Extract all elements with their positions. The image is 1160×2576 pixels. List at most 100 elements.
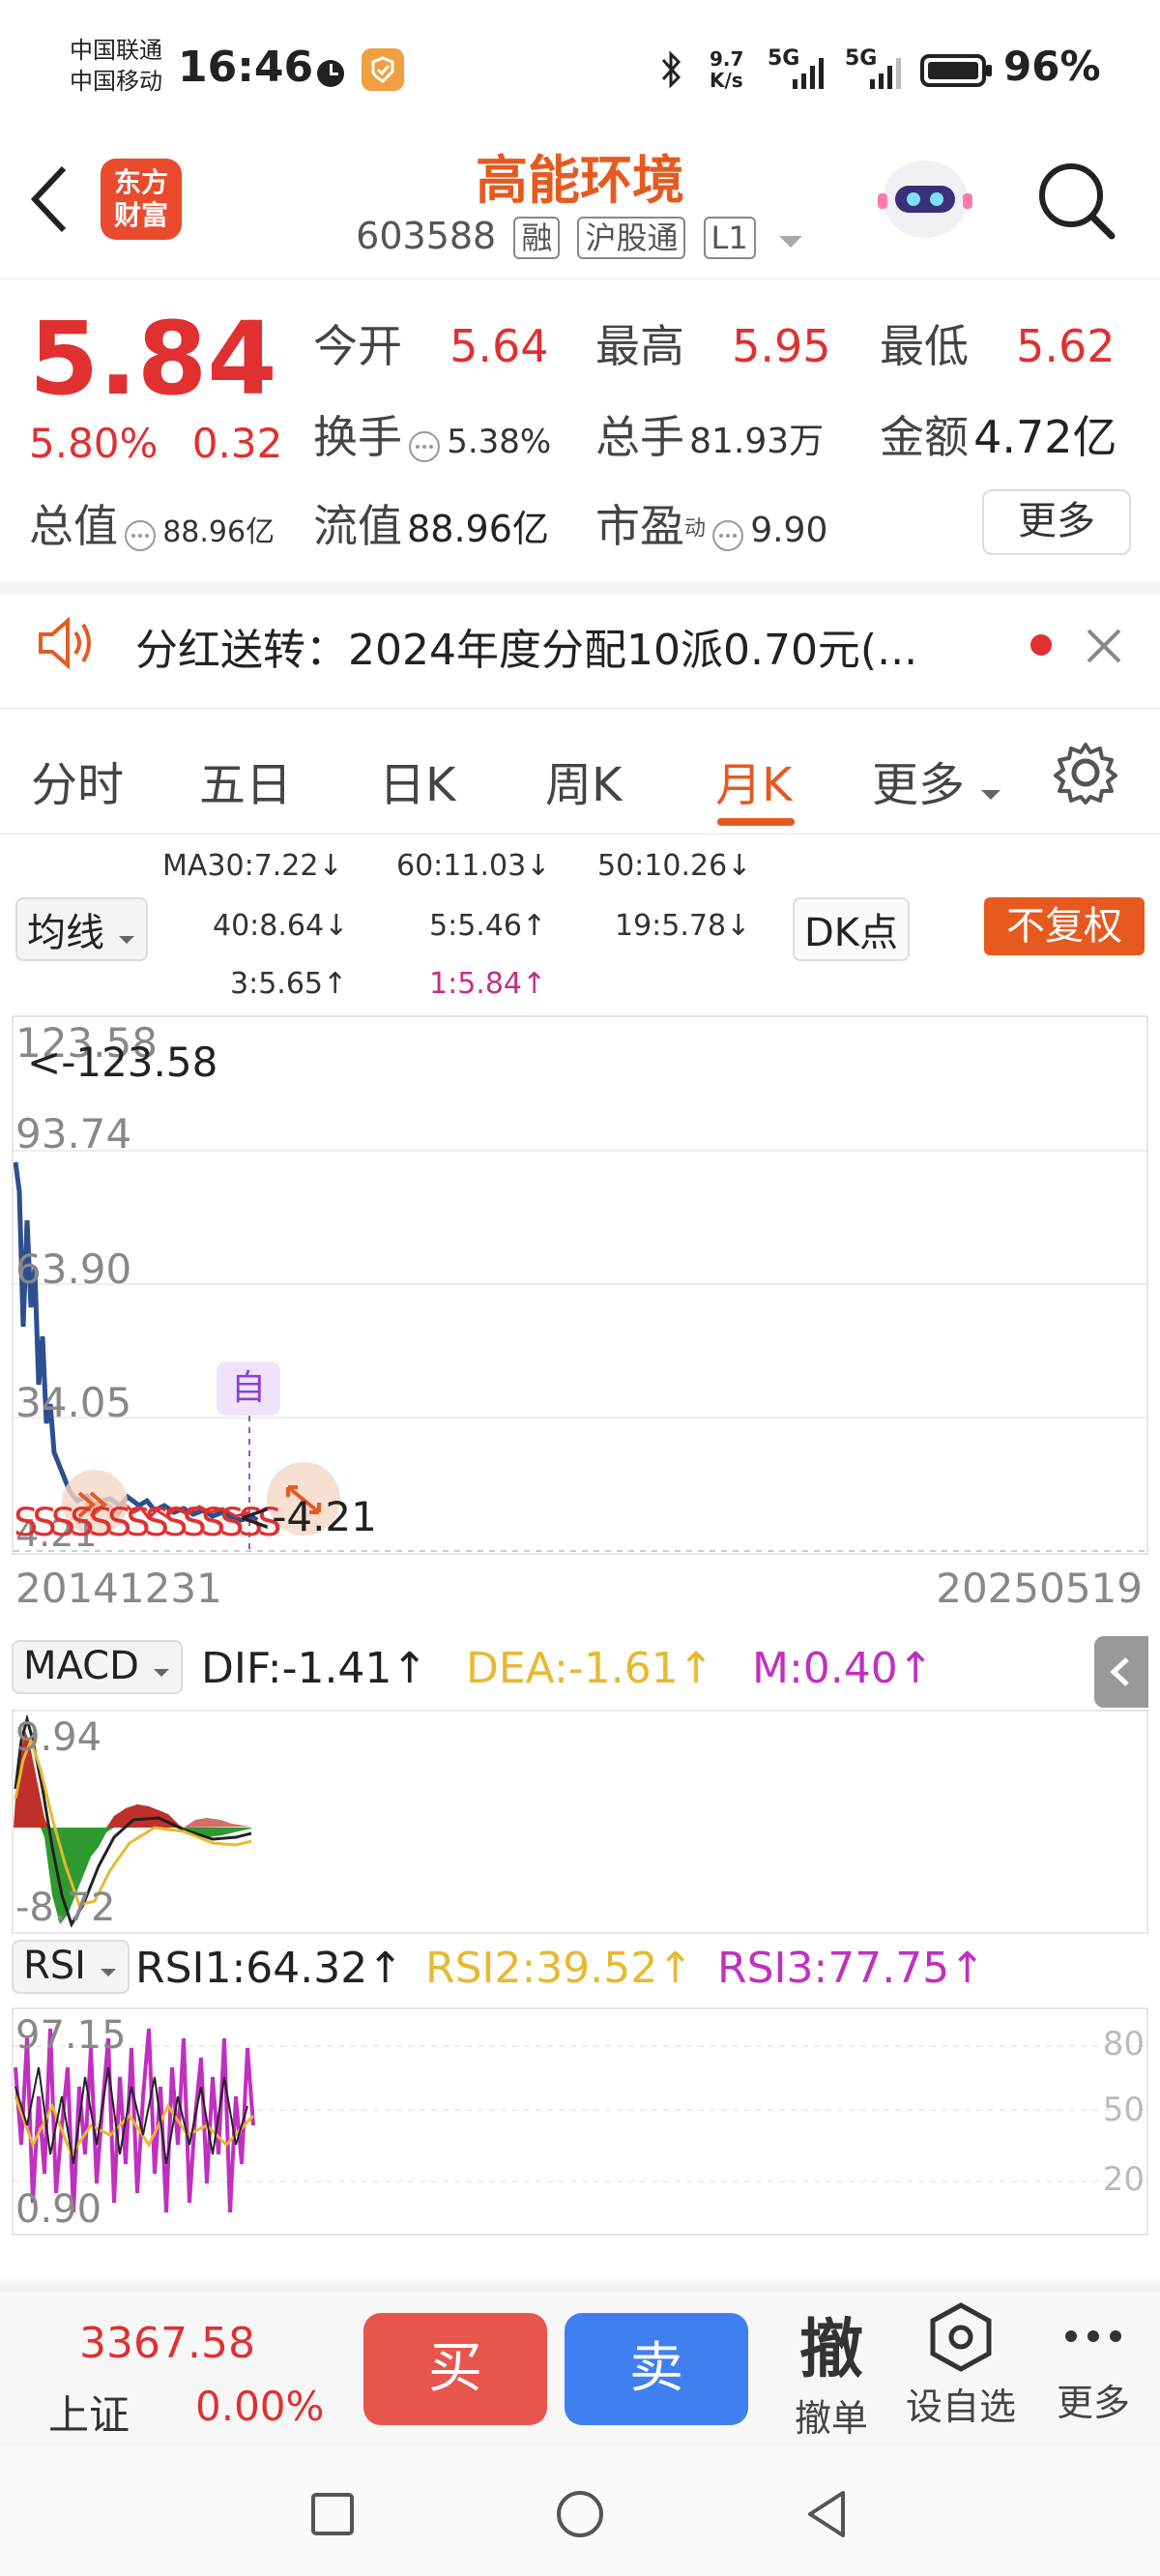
tab-five-day[interactable]: 五日 xyxy=(199,746,292,814)
carrier-2: 中国移动 xyxy=(70,68,162,95)
chevron-down-icon xyxy=(979,761,1002,815)
watchlist-label: 设自选 xyxy=(905,2386,1016,2428)
speaker-icon xyxy=(33,609,101,677)
rsi1-value: RSI1:64.32↑ xyxy=(135,1944,404,1993)
pe-label: 市盈 xyxy=(595,500,684,552)
ma-selector[interactable]: 均线 xyxy=(15,897,148,961)
pe-sup: 动 xyxy=(684,516,707,542)
info-icon[interactable] xyxy=(407,429,442,468)
rsi2-value: RSI2:39.52↑ xyxy=(425,1944,694,1993)
turnover-value: 5.38% xyxy=(447,423,552,461)
close-icon[interactable] xyxy=(1081,623,1127,669)
price-change: 5.80% 0.32 xyxy=(29,420,282,467)
kline-y-label-4: 34.05 xyxy=(15,1379,132,1426)
start-date: 20141231 xyxy=(15,1565,222,1612)
tab-weekly-k[interactable]: 周K xyxy=(545,746,622,814)
s-markers: SSSSSSSSSSSSSS xyxy=(14,1501,281,1545)
rsi-selector-label: RSI xyxy=(23,1944,86,1988)
ellipsis-icon xyxy=(1040,2301,1146,2373)
ma30-value: MA30:7.22↓ xyxy=(162,849,343,883)
macd-selector[interactable]: MACD xyxy=(12,1640,183,1694)
tab-timeshare[interactable]: 分时 xyxy=(31,746,124,814)
rsi-selector[interactable]: RSI xyxy=(12,1940,130,1994)
kline-min-marker: <-4.21 xyxy=(238,1493,377,1540)
more-quote-button[interactable]: 更多 xyxy=(982,489,1131,555)
robot-assistant-icon[interactable] xyxy=(872,151,978,248)
amount-value: 4.72亿 xyxy=(973,411,1117,463)
scroll-shadow xyxy=(0,2274,1160,2292)
high-value: 5.95 xyxy=(732,320,831,372)
chevron-down-icon xyxy=(99,1946,118,1990)
cancel-order-button[interactable]: 撤 撤单 xyxy=(779,2298,884,2442)
rsi-level-50: 50 xyxy=(1102,2091,1145,2129)
rsi-chart[interactable]: 97.15 0.90 80 50 20 xyxy=(12,2007,1148,2236)
cancel-order-label: 撤单 xyxy=(794,2397,868,2440)
index-change[interactable]: 0.00% xyxy=(195,2383,324,2430)
info-icon[interactable] xyxy=(710,518,745,557)
battery-level: 96% xyxy=(1003,43,1101,90)
chevron-down-icon xyxy=(117,913,136,957)
amount: 金额 4.72亿 xyxy=(880,402,1117,466)
dk-point-button[interactable]: DK点 xyxy=(793,897,911,961)
change-amount: 0.32 xyxy=(191,420,283,467)
net-speed: 9.7 K/s xyxy=(710,48,743,91)
signal-1-icon xyxy=(791,52,829,95)
back-nav-icon[interactable] xyxy=(800,2487,855,2541)
stock-name: 高能环境 xyxy=(476,150,684,211)
turnover-rate: 换手 5.38% xyxy=(313,402,551,468)
carrier-info: 中国联通 中国移动 xyxy=(70,35,162,97)
index-value[interactable]: 3367.58 xyxy=(79,2319,255,2368)
search-icon[interactable] xyxy=(1032,157,1119,244)
float-cap: 流值 88.96亿 xyxy=(313,491,549,555)
ma1-value: 1:5.84↑ xyxy=(429,967,547,1001)
active-tab-indicator xyxy=(717,818,795,826)
tag-margin: 融 xyxy=(513,217,561,259)
open-price: 今开 5.64 xyxy=(313,311,549,375)
stock-code: 603588 xyxy=(356,215,497,257)
kline-y-label-2: 93.74 xyxy=(15,1110,132,1157)
macd-dea: DEA:-1.61↑ xyxy=(466,1644,714,1693)
home-icon[interactable] xyxy=(553,2487,607,2541)
tab-daily-k[interactable]: 日K xyxy=(379,746,455,814)
ma40-value: 40:8.64↓ xyxy=(213,909,349,943)
chevron-down-icon xyxy=(152,1646,171,1690)
volume-value: 81.93万 xyxy=(689,422,825,461)
signal-2-icon xyxy=(868,52,907,95)
section-gap xyxy=(0,582,1160,594)
high-label: 最高 xyxy=(595,320,684,372)
self-select-marker[interactable]: 自 xyxy=(217,1361,280,1416)
carrier-1: 中国联通 xyxy=(70,37,162,64)
tab-monthly-k[interactable]: 月K xyxy=(715,746,792,814)
more-actions-button[interactable]: 更多 xyxy=(1040,2301,1146,2426)
volume-label: 总手 xyxy=(595,411,684,463)
app-notification-icon xyxy=(362,48,404,91)
add-watchlist-button[interactable]: 设自选 xyxy=(903,2301,1019,2430)
ma3-value: 3:5.65↑ xyxy=(230,967,348,1001)
kline-y-label-3: 63.90 xyxy=(15,1245,132,1293)
volume: 总手 81.93万 xyxy=(595,402,824,466)
index-name[interactable]: 上证 xyxy=(48,2383,130,2442)
macd-dif: DIF:-1.41↑ xyxy=(201,1644,428,1693)
change-percent: 5.80% xyxy=(29,420,159,467)
clock: 16:46 xyxy=(178,43,314,92)
info-icon[interactable] xyxy=(123,518,158,557)
stock-code-row[interactable]: 603588 融 沪股通 L1 xyxy=(0,215,1160,260)
more-actions-label: 更多 xyxy=(1056,2382,1130,2424)
tab-more[interactable]: 更多 xyxy=(872,746,1002,815)
macd-chart[interactable]: 9.94 -8.72 xyxy=(12,1710,1148,1934)
ma-selector-label: 均线 xyxy=(27,911,104,955)
sell-button[interactable]: 卖 xyxy=(565,2313,748,2425)
dividend-notice[interactable]: 分红送转：2024年度分配10派0.70元(... xyxy=(135,615,917,677)
recent-apps-icon[interactable] xyxy=(307,2489,358,2539)
low-label: 最低 xyxy=(880,320,969,372)
turnover-label: 换手 xyxy=(313,411,402,463)
kline-chart[interactable]: 123.58 <-123.58 93.74 63.90 34.05 4.21 S… xyxy=(12,1015,1148,1555)
adjust-button[interactable]: 不复权 xyxy=(984,897,1145,955)
buy-button[interactable]: 买 xyxy=(363,2313,547,2425)
tab-more-label: 更多 xyxy=(872,758,966,812)
float-cap-value: 88.96亿 xyxy=(407,508,549,550)
low-value: 5.62 xyxy=(1016,320,1116,372)
collapse-panel-button[interactable] xyxy=(1094,1636,1148,1708)
ma50-value: 50:10.26↓ xyxy=(597,849,752,883)
gear-icon[interactable] xyxy=(1052,739,1119,806)
